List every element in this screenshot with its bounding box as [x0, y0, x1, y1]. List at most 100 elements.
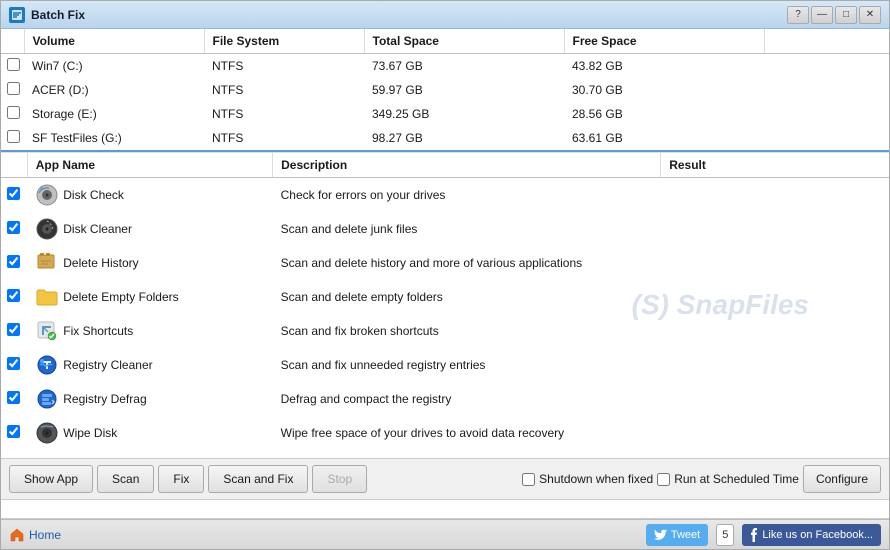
vol-free-3: 63.61 GB	[564, 126, 764, 150]
app-result-0	[661, 178, 889, 213]
volume-section: Volume File System Total Space Free Spac…	[1, 29, 889, 152]
app-row: Wipe Disk Wipe free space of your drives…	[1, 416, 889, 450]
tweet-button[interactable]: Tweet	[646, 524, 708, 546]
home-label: Home	[29, 528, 61, 542]
app-checkbox-3[interactable]	[7, 289, 20, 302]
app-check-cell-0	[1, 178, 27, 213]
scan-and-fix-button[interactable]: Scan and Fix	[208, 465, 308, 493]
app-icon-wipe-disk	[35, 421, 59, 445]
vol-extra-3	[764, 126, 889, 150]
app-icon-delete-folders	[35, 285, 59, 309]
app-checkbox-1[interactable]	[7, 221, 20, 234]
app-desc-2: Scan and delete history and more of vari…	[273, 246, 661, 280]
shutdown-checkbox[interactable]	[522, 473, 535, 486]
vol-check-cell	[1, 78, 24, 102]
title-bar-text: Batch Fix	[31, 8, 787, 22]
app-row: Disk Check Check for errors on your driv…	[1, 178, 889, 213]
title-bar: Batch Fix ? — □ ✕	[1, 1, 889, 29]
stop-button[interactable]: Stop	[312, 465, 367, 493]
app-row: Disk Cleaner Scan and delete junk files	[1, 212, 889, 246]
app-desc-1: Scan and delete junk files	[273, 212, 661, 246]
progress-area	[1, 499, 889, 519]
app-name-label-7: Wipe Disk	[63, 426, 117, 440]
vol-total-3: 98.27 GB	[364, 126, 564, 150]
vol-checkbox-3[interactable]	[7, 130, 20, 143]
scheduled-check-label: Run at Scheduled Time	[657, 472, 799, 486]
help-button[interactable]: ?	[787, 6, 809, 24]
app-check-cell-3	[1, 280, 27, 314]
app-section: (S) SnapFiles App Name Description Resul…	[1, 152, 889, 458]
main-window: Batch Fix ? — □ ✕ Volume File System Tot…	[0, 0, 890, 550]
app-checkbox-4[interactable]	[7, 323, 20, 336]
app-check-cell-7	[1, 416, 27, 450]
app-checkbox-0[interactable]	[7, 187, 20, 200]
app-check-cell-1	[1, 212, 27, 246]
app-result-7	[661, 416, 889, 450]
app-name-cell-3: Delete Empty Folders	[27, 280, 272, 314]
app-desc-0: Check for errors on your drives	[273, 178, 661, 213]
app-check-cell-2	[1, 246, 27, 280]
app-row: Delete Empty Folders Scan and delete emp…	[1, 280, 889, 314]
app-result-6	[661, 382, 889, 416]
facebook-button[interactable]: Like us on Facebook...	[742, 524, 881, 546]
app-checkbox-6[interactable]	[7, 391, 20, 404]
vol-name-1: ACER (D:)	[24, 78, 204, 102]
vol-total-2: 349.25 GB	[364, 102, 564, 126]
scan-button[interactable]: Scan	[97, 465, 154, 493]
app-desc-5: Scan and fix unneeded registry entries	[273, 348, 661, 382]
app-icon-fix-shortcuts	[35, 319, 59, 343]
app-desc-7: Wipe free space of your drives to avoid …	[273, 416, 661, 450]
minimize-button[interactable]: —	[811, 6, 833, 24]
vol-fs-0: NTFS	[204, 54, 364, 79]
app-check-cell-6	[1, 382, 27, 416]
app-icon-registry-defrag	[35, 387, 59, 411]
scheduled-checkbox[interactable]	[657, 473, 670, 486]
app-name-cell-1: Disk Cleaner	[27, 212, 272, 246]
vol-checkbox-2[interactable]	[7, 106, 20, 119]
status-bar: Home Tweet 5 Like us on Facebook...	[1, 519, 889, 549]
app-checkbox-5[interactable]	[7, 357, 20, 370]
app-name-label-1: Disk Cleaner	[63, 222, 132, 236]
fix-button[interactable]: Fix	[158, 465, 204, 493]
vol-checkbox-0[interactable]	[7, 58, 20, 71]
vol-header-volume: Volume	[24, 29, 204, 54]
show-app-button[interactable]: Show App	[9, 465, 93, 493]
app-header-check	[1, 153, 27, 178]
tweet-count: 5	[716, 524, 734, 546]
vol-name-2: Storage (E:)	[24, 102, 204, 126]
app-header-name: App Name	[27, 153, 272, 178]
vol-extra-1	[764, 78, 889, 102]
app-desc-3: Scan and delete empty folders	[273, 280, 661, 314]
vol-check-cell	[1, 126, 24, 150]
app-checkbox-2[interactable]	[7, 255, 20, 268]
home-link[interactable]: Home	[9, 527, 61, 543]
app-result-3	[661, 280, 889, 314]
vol-total-1: 59.97 GB	[364, 78, 564, 102]
vol-name-0: Win7 (C:)	[24, 54, 204, 79]
vol-checkbox-1[interactable]	[7, 82, 20, 95]
app-checkbox-7[interactable]	[7, 425, 20, 438]
vol-fs-2: NTFS	[204, 102, 364, 126]
twitter-icon	[654, 529, 668, 541]
app-result-5	[661, 348, 889, 382]
maximize-button[interactable]: □	[835, 6, 857, 24]
vol-extra-2	[764, 102, 889, 126]
vol-check-cell	[1, 102, 24, 126]
app-result-2	[661, 246, 889, 280]
shutdown-label: Shutdown when fixed	[539, 472, 653, 486]
app-header-result: Result	[661, 153, 889, 178]
app-icon-delete-history	[35, 251, 59, 275]
app-icon-disk-cleaner	[35, 217, 59, 241]
app-name-cell-7: Wipe Disk	[27, 416, 272, 450]
app-name-cell-2: Delete History	[27, 246, 272, 280]
vol-header-fs: File System	[204, 29, 364, 54]
app-check-cell-4	[1, 314, 27, 348]
configure-button[interactable]: Configure	[803, 465, 881, 493]
app-icon-registry-cleaner	[35, 353, 59, 377]
app-name-label-6: Registry Defrag	[63, 392, 146, 406]
close-button[interactable]: ✕	[859, 6, 881, 24]
home-icon	[9, 527, 25, 543]
volume-row: Storage (E:) NTFS 349.25 GB 28.56 GB	[1, 102, 889, 126]
app-row: Registry Cleaner Scan and fix unneeded r…	[1, 348, 889, 382]
app-icon	[9, 7, 25, 23]
